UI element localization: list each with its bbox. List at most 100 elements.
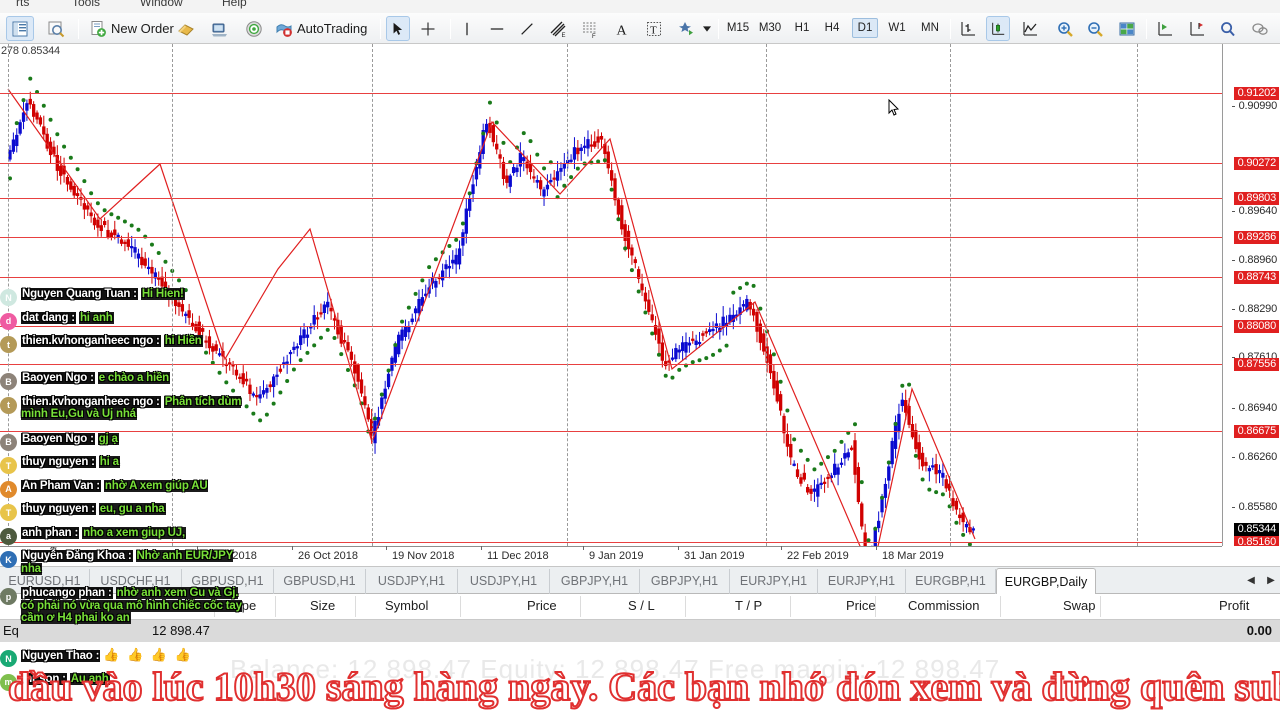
- trade-table-body[interactable]: Balance: 12 898.47 Equity: 12 898.47 Fre…: [0, 642, 1280, 720]
- indicators-icon: [1221, 21, 1235, 36]
- timeframe-m15[interactable]: M15: [724, 18, 752, 38]
- chart-tab-eurjpy-h1[interactable]: EURJPY,H1: [818, 569, 906, 594]
- column-swap[interactable]: Swap: [1063, 598, 1096, 613]
- autotrading-icon: [276, 23, 292, 37]
- tile-windows-icon: [1119, 22, 1135, 35]
- fibonacci-tool-button[interactable]: F: [578, 16, 602, 41]
- chart-tab-usdchf-h1[interactable]: USDCHF,H1: [90, 569, 182, 594]
- header-sep-10: [1100, 596, 1101, 617]
- tab-scroll-prev[interactable]: ◀: [1244, 573, 1258, 589]
- vertical-grid-line: [766, 44, 767, 546]
- menu-item-charts[interactable]: rts: [16, 0, 29, 9]
- toolbar-separator-4: [718, 19, 719, 39]
- chart-tab-eurusd-h1[interactable]: EURUSD,H1: [0, 569, 90, 594]
- vertical-line-tool-button[interactable]: [456, 16, 478, 41]
- date-axis-label: 19 Nov 2018: [385, 546, 455, 562]
- autotrading-label: AutoTrading: [297, 21, 368, 36]
- indicators-button[interactable]: [1216, 16, 1240, 41]
- zoom-in-icon: [1058, 21, 1073, 37]
- column-type[interactable]: Type: [228, 598, 256, 613]
- current-price-tag: 0.85344: [1233, 523, 1279, 536]
- data-window-button[interactable]: [42, 16, 70, 41]
- price-tick: 0.88960: [1231, 254, 1277, 266]
- chart-shift-icon: [1190, 21, 1204, 36]
- timeframe-w1[interactable]: W1: [884, 18, 910, 38]
- timeframe-mn[interactable]: MN: [916, 18, 944, 38]
- chart-tab-gbpjpy-h1[interactable]: GBPJPY,H1: [550, 569, 640, 594]
- price-tick: 0.90990: [1231, 100, 1277, 112]
- horizontal-price-line: [0, 277, 1222, 278]
- account-watermark: Balance: 12 898.47 Equity: 12 898.47 Fre…: [230, 654, 1001, 684]
- chart-plot: [7, 76, 976, 546]
- text-tool-button[interactable]: A: [610, 16, 634, 41]
- new-order-button[interactable]: New Order: [86, 16, 177, 41]
- chart-tab-gbpusd-h1[interactable]: GBPUSD,H1: [274, 569, 366, 594]
- line-chart-button[interactable]: [1018, 16, 1042, 41]
- autotrading-button[interactable]: AutoTrading: [272, 16, 370, 41]
- signals-icon: [246, 20, 262, 37]
- strategy-tester-button[interactable]: [206, 16, 234, 41]
- text-label-tool-button[interactable]: T: [642, 16, 666, 41]
- timeframe-h1[interactable]: H1: [790, 18, 814, 38]
- bar-chart-button[interactable]: [956, 16, 980, 41]
- zoom-in-button[interactable]: [1052, 16, 1078, 41]
- crosshair-tool-button[interactable]: [416, 16, 440, 41]
- chevron-down-icon: [703, 25, 711, 32]
- chart-tab-eurjpy-h1[interactable]: EURJPY,H1: [730, 569, 818, 594]
- equidistant-channel-tool-button[interactable]: E: [546, 16, 570, 41]
- shapes-tool-button[interactable]: [674, 16, 698, 41]
- menu-item-window[interactable]: Window: [140, 0, 183, 9]
- auto-scroll-button[interactable]: [1152, 16, 1178, 41]
- chart-tab-gbpjpy-h1[interactable]: GBPJPY,H1: [640, 569, 730, 594]
- chart-tab-usdjpy-h1[interactable]: USDJPY,H1: [366, 569, 458, 594]
- comment-button[interactable]: [1246, 16, 1274, 41]
- column-commission[interactable]: Commission: [908, 598, 980, 613]
- vertical-grid-line: [567, 44, 568, 546]
- chart-shift-button[interactable]: [1184, 16, 1210, 41]
- menu-item-help[interactable]: Help: [222, 0, 247, 9]
- date-axis-label: 22 Feb 2019: [781, 546, 849, 562]
- column-tp[interactable]: T / P: [735, 598, 762, 613]
- header-sep-6: [685, 596, 686, 617]
- text-label-icon: T: [647, 21, 661, 36]
- vertical-grid-line: [1137, 44, 1138, 546]
- market-watch-icon: [12, 21, 28, 36]
- chart-canvas[interactable]: 278 0.85344: [0, 44, 1222, 546]
- timeframe-d1[interactable]: D1: [852, 18, 878, 38]
- signals-button[interactable]: [240, 16, 268, 41]
- market-watch-button[interactable]: [6, 16, 34, 41]
- trendline-icon: [521, 22, 533, 35]
- zoom-out-button[interactable]: [1082, 16, 1108, 41]
- chart-tab-gbpusd-h1[interactable]: GBPUSD,H1: [182, 569, 274, 594]
- column-profit[interactable]: Profit: [1219, 598, 1249, 613]
- column-price-cur[interactable]: Price: [846, 598, 876, 613]
- header-sep-9: [1000, 596, 1001, 617]
- pointer-tool-button[interactable]: [386, 16, 410, 41]
- auto-scroll-icon: [1158, 21, 1172, 36]
- tile-windows-button[interactable]: [1114, 16, 1140, 41]
- menu-item-tools[interactable]: Tools: [72, 0, 100, 9]
- column-sl[interactable]: S / L: [628, 598, 655, 613]
- tab-scroll-next[interactable]: ▶: [1264, 573, 1278, 589]
- column-symbol[interactable]: Symbol: [385, 598, 428, 613]
- price-level-tag: 0.85160: [1233, 536, 1279, 546]
- svg-text:F: F: [592, 34, 596, 38]
- timeframe-h4[interactable]: H4: [820, 18, 844, 38]
- chart-tab-usdjpy-h1[interactable]: USDJPY,H1: [458, 569, 550, 594]
- header-sep-2: [275, 596, 276, 617]
- trendline-tool-button[interactable]: [516, 16, 538, 41]
- equity-value: 12 898.47: [152, 623, 210, 638]
- expert-advisors-button[interactable]: [172, 16, 200, 41]
- candlestick-chart-button[interactable]: [986, 16, 1010, 41]
- chart-tab-eurgbp-daily[interactable]: EURGBP,Daily: [996, 568, 1096, 595]
- price-scale[interactable]: 0.90990 0.89640 0.88960 0.88290 0.87610 0.869…: [1222, 44, 1280, 546]
- timeframe-m30[interactable]: M30: [756, 18, 784, 38]
- toolbar-separator-3: [450, 19, 451, 39]
- chart-tab-eurgbp-h1[interactable]: EURGBP,H1: [906, 569, 996, 594]
- horizontal-line-tool-button[interactable]: [486, 16, 508, 41]
- column-price-open[interactable]: Price: [527, 598, 557, 613]
- column-size[interactable]: Size: [310, 598, 335, 613]
- header-sep-8: [875, 596, 876, 617]
- shapes-dropdown-button[interactable]: [700, 16, 714, 41]
- new-order-icon: [91, 20, 106, 37]
